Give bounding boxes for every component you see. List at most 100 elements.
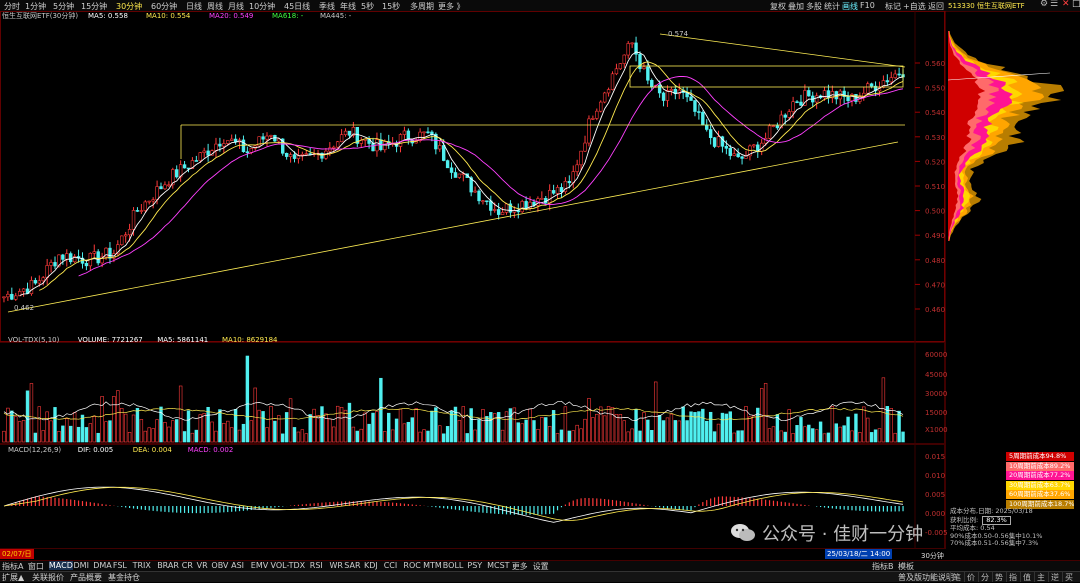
- volume-bar: [779, 430, 784, 443]
- volume-bar: [284, 412, 289, 443]
- candle-body: [53, 262, 57, 267]
- bottom-tab[interactable]: 产品概要: [70, 572, 102, 583]
- indicator-tab[interactable]: CCI: [384, 561, 398, 570]
- volume-bar: [838, 426, 842, 443]
- volume-bar: [579, 428, 583, 443]
- indicator-tab[interactable]: VOL-TDX: [271, 561, 306, 570]
- indicator-tab[interactable]: BRAR: [157, 561, 179, 570]
- indicator-tab[interactable]: CR: [182, 561, 193, 570]
- candle-body: [712, 137, 717, 147]
- candle-body: [489, 200, 493, 211]
- volume-bar: [296, 431, 301, 443]
- volume-bar: [45, 411, 49, 443]
- volume-legend-item: VOLUME: 7721267: [78, 336, 143, 344]
- price-tick-label: 0.470: [925, 281, 945, 289]
- bottom-tab[interactable]: 关联报价: [32, 572, 64, 583]
- chart-area[interactable]: 0.560 0.550 0.540 0.530 0.520 0.510 0.500 0.490…: [0, 11, 1080, 549]
- volume-bar: [716, 423, 721, 443]
- bottom-status-bar: 扩展▲ 关联报价 产品概要 基金持仓 普及版功能说明笔价分势指值主逆买: [0, 571, 1080, 582]
- indicator-tab-bar: 指标A 窗口 MACD DMI DMA FSL TRIX BRAR CR VR OBV ASI EMV V…: [0, 560, 1080, 571]
- low-price-label: 0.462: [14, 304, 34, 312]
- cost-legend-item: 30周期前成本63.7%: [1006, 480, 1074, 490]
- candle-body: [555, 187, 560, 194]
- volume-bar: [630, 428, 634, 443]
- indicator-tab[interactable]: MACD: [48, 561, 73, 570]
- cost-distribution-profile: [948, 31, 1065, 241]
- volume-bar: [53, 407, 57, 443]
- volume-bar: [147, 427, 151, 443]
- volume-bar: [650, 430, 654, 443]
- candle-body: [610, 73, 615, 90]
- indicator-tab[interactable]: VR: [197, 561, 208, 570]
- indicator-tab[interactable]: SAR: [344, 561, 360, 570]
- volume-bar: [261, 411, 265, 443]
- volume-bar: [646, 419, 650, 443]
- indicator-tab[interactable]: PSY: [467, 561, 482, 570]
- volume-bar: [500, 429, 505, 443]
- candle-body: [135, 210, 140, 212]
- candle-body: [724, 146, 729, 149]
- candle-body: [292, 154, 297, 159]
- indicator-tab[interactable]: WR: [330, 561, 343, 570]
- candle-body: [383, 141, 387, 151]
- volume-bar: [701, 408, 705, 443]
- candle-body: [45, 265, 49, 279]
- volume-bar: [253, 387, 257, 443]
- indicator-tab[interactable]: FSL: [113, 561, 127, 570]
- indicator-tab[interactable]: ROC: [403, 561, 420, 570]
- candle-body: [426, 131, 430, 134]
- volume-bar: [139, 419, 144, 443]
- indicator-tab[interactable]: OBV: [211, 561, 228, 570]
- volume-bar: [328, 418, 332, 443]
- bottom-tab[interactable]: 基金持仓: [108, 572, 140, 583]
- profit-label: 获利比例:: [950, 515, 979, 524]
- indicator-tab[interactable]: TRIX: [133, 561, 151, 570]
- candle-body: [799, 101, 803, 106]
- volume-bar: [803, 426, 807, 443]
- volume-bar: [112, 396, 116, 443]
- volume-bar: [375, 411, 379, 443]
- candle-body: [622, 54, 626, 64]
- list-icon[interactable]: ☰: [1050, 0, 1058, 9]
- volume-bar: [532, 420, 536, 443]
- indicator-tab[interactable]: MTM: [423, 561, 442, 570]
- candle-body: [689, 96, 693, 101]
- indicator-tab[interactable]: EMV: [251, 561, 268, 570]
- candle-body: [449, 167, 454, 173]
- gear-icon[interactable]: ⚙: [1040, 0, 1048, 9]
- indicator-tab[interactable]: DMA: [93, 561, 112, 570]
- help-link[interactable]: 普及版功能说明: [898, 572, 954, 583]
- cost-date: 成本分布,日期: 2025/03/18: [950, 507, 1033, 515]
- indicator-tab[interactable]: DMI: [74, 561, 89, 570]
- volume-bar: [842, 425, 846, 443]
- volume-bar: [123, 413, 128, 443]
- close-icon[interactable]: ✕: [1062, 0, 1070, 9]
- volume-bar: [732, 432, 736, 443]
- macd-tick-label: 0.010: [925, 472, 945, 480]
- indicator-tab[interactable]: BOLL: [443, 561, 464, 570]
- candle-body: [787, 111, 791, 118]
- volume-bar: [881, 377, 886, 443]
- volume-bar: [379, 377, 383, 443]
- candle-body: [92, 251, 96, 254]
- bottom-tab[interactable]: 扩展▲: [2, 572, 24, 583]
- volume-bar: [65, 418, 69, 443]
- indicator-tab[interactable]: KDJ: [364, 561, 378, 570]
- volume-bar: [273, 420, 277, 443]
- volume-bar: [626, 431, 630, 443]
- cost-legend-item: 60周期前成本37.6%: [1006, 490, 1074, 499]
- candle-body: [630, 42, 634, 45]
- square-icon[interactable]: □: [1072, 0, 1080, 9]
- volume-bar: [14, 416, 18, 443]
- volume-legend-item: MA10: 8629184: [222, 336, 278, 344]
- volume-bar: [787, 409, 791, 443]
- toolbar-button[interactable]: F10: [860, 1, 875, 10]
- watermark: 公众号 · 佳财一分钟: [762, 524, 924, 545]
- indicator-tab[interactable]: MCST: [487, 561, 509, 570]
- volume-bar: [241, 423, 246, 443]
- candle-body: [347, 130, 352, 136]
- indicator-tab[interactable]: RSI: [310, 561, 323, 570]
- indicator-tab[interactable]: ASI: [231, 561, 244, 570]
- candle-body: [304, 153, 308, 155]
- candle-body: [665, 90, 670, 101]
